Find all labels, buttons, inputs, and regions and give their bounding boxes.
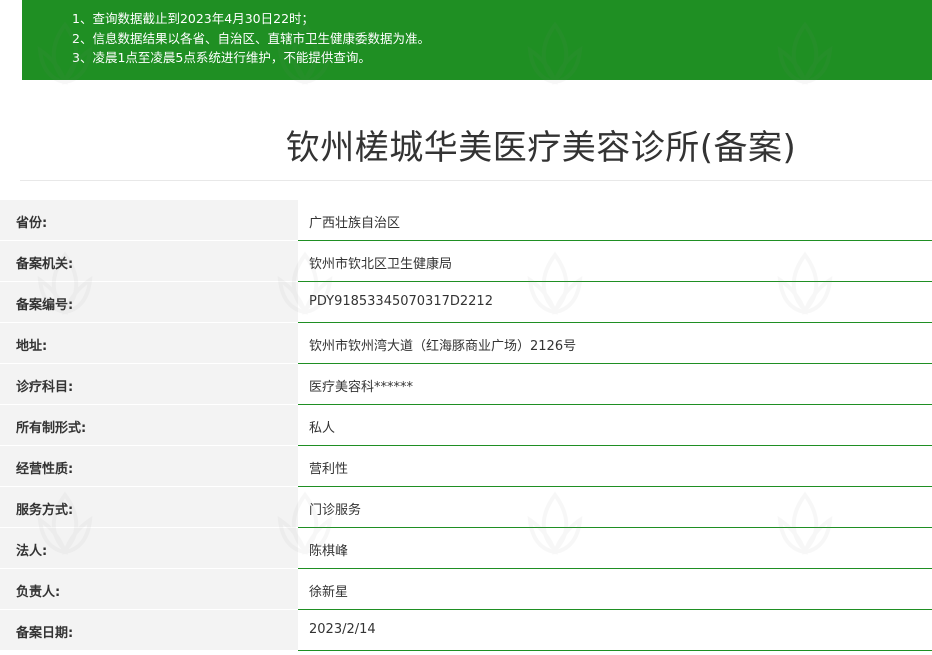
row-label: 地址: xyxy=(16,339,48,354)
table-row-business-nature: 经营性质: 营利性 xyxy=(0,446,932,487)
label-cell: 所有制形式: xyxy=(0,405,298,446)
row-value: 私人 xyxy=(309,421,336,436)
notice-line-2: 2、信息数据结果以各省、自治区、直辖市卫生健康委数据为准。 xyxy=(72,30,430,46)
table-row-record-number: 备案编号: PDY91853345070317D2212 xyxy=(0,282,932,323)
label-cell: 法人: xyxy=(0,528,298,569)
row-label: 所有制形式: xyxy=(16,421,87,436)
page-title: 钦州槎城华美医疗美容诊所(备案) xyxy=(285,128,797,168)
row-value: 钦州市钦州湾大道（红海豚商业广场）2126号 xyxy=(309,339,577,354)
row-value: 医疗美容科****** xyxy=(309,380,414,395)
row-label: 经营性质: xyxy=(16,462,74,477)
value-cell: 私人 xyxy=(298,405,932,446)
value-cell: 钦州市钦州湾大道（红海豚商业广场）2126号 xyxy=(298,323,932,364)
notice-line-1: 1、查询数据截止到2023年4月30日22时； xyxy=(72,11,315,26)
row-label: 法人: xyxy=(16,544,48,559)
row-label: 诊疗科目: xyxy=(16,380,74,395)
notice-line-3: 3、凌晨1点至凌晨5点系统进行维护，不能提供查询。 xyxy=(72,50,371,65)
label-cell: 地址: xyxy=(0,323,298,364)
label-cell: 服务方式: xyxy=(0,487,298,528)
info-table: 省份: 广西壮族自治区 备案机关: 钦州市钦北区卫生健康局 备案编号: PDY9… xyxy=(0,200,932,651)
row-label: 服务方式: xyxy=(16,503,74,518)
value-cell: 2023/2/14 xyxy=(298,610,932,651)
row-value: 徐新星 xyxy=(309,585,349,600)
title-divider xyxy=(20,180,932,181)
table-row-person-in-charge: 负责人: 徐新星 xyxy=(0,569,932,610)
row-label: 负责人: xyxy=(16,585,61,600)
row-value: 陈棋峰 xyxy=(309,544,349,559)
table-row-legal-person: 法人: 陈棋峰 xyxy=(0,528,932,569)
label-cell: 负责人: xyxy=(0,569,298,610)
value-cell: 营利性 xyxy=(298,446,932,487)
label-cell: 备案机关: xyxy=(0,241,298,282)
value-cell: 门诊服务 xyxy=(298,487,932,528)
row-label: 备案日期: xyxy=(16,626,74,641)
value-cell: PDY91853345070317D2212 xyxy=(298,282,932,323)
row-label: 备案编号: xyxy=(16,298,74,313)
table-row-service-mode: 服务方式: 门诊服务 xyxy=(0,487,932,528)
label-cell: 诊疗科目: xyxy=(0,364,298,405)
label-cell: 备案编号: xyxy=(0,282,298,323)
table-row-province: 省份: 广西壮族自治区 xyxy=(0,200,932,241)
value-cell: 徐新星 xyxy=(298,569,932,610)
row-value: 门诊服务 xyxy=(309,503,362,518)
value-cell: 广西壮族自治区 xyxy=(298,200,932,241)
row-label: 备案机关: xyxy=(16,257,74,272)
table-row-ownership: 所有制形式: 私人 xyxy=(0,405,932,446)
row-value: 广西壮族自治区 xyxy=(309,216,401,231)
table-row-address: 地址: 钦州市钦州湾大道（红海豚商业广场）2126号 xyxy=(0,323,932,364)
row-value: 营利性 xyxy=(309,462,349,477)
notice-banner: 1、查询数据截止到2023年4月30日22时； 2、信息数据结果以各省、自治区、… xyxy=(22,0,932,80)
table-row-departments: 诊疗科目: 医疗美容科****** xyxy=(0,364,932,405)
row-value: 2023/2/14 xyxy=(309,622,376,637)
value-cell: 陈棋峰 xyxy=(298,528,932,569)
label-cell: 经营性质: xyxy=(0,446,298,487)
table-row-record-date: 备案日期: 2023/2/14 xyxy=(0,610,932,651)
row-value: 钦州市钦北区卫生健康局 xyxy=(309,257,453,272)
label-cell: 省份: xyxy=(0,200,298,241)
value-cell: 医疗美容科****** xyxy=(298,364,932,405)
table-row-authority: 备案机关: 钦州市钦北区卫生健康局 xyxy=(0,241,932,282)
row-value: PDY91853345070317D2212 xyxy=(309,294,493,309)
row-label: 省份: xyxy=(16,216,48,231)
value-cell: 钦州市钦北区卫生健康局 xyxy=(298,241,932,282)
label-cell: 备案日期: xyxy=(0,610,298,651)
